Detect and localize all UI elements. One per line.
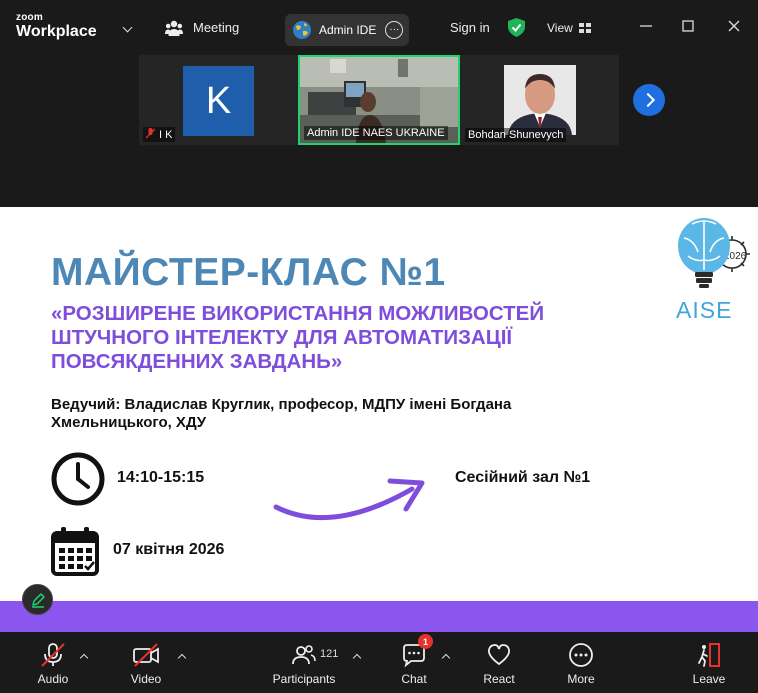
chevron-down-icon[interactable] (122, 22, 133, 33)
logo-big-text: Workplace (16, 23, 97, 40)
shared-slide: МАЙСТЕР-КЛАС №1 «РОЗШИРЕНЕ ВИКОРИСТАННЯ … (0, 207, 758, 632)
video-strip: K I K Admin IDE NAES UKRAINE Bohdan Shun… (139, 55, 619, 145)
video-options-caret-icon[interactable] (177, 653, 187, 663)
audio-options-caret-icon[interactable] (79, 653, 89, 663)
security-shield-icon[interactable] (508, 18, 525, 37)
next-page-button[interactable] (633, 84, 665, 116)
heart-icon (488, 644, 510, 666)
close-icon[interactable] (726, 18, 742, 34)
participants-count: 121 (320, 648, 339, 660)
participant-name: I K (143, 127, 176, 142)
zoom-workplace-logo[interactable]: zoom Workplace (16, 13, 97, 40)
video-button[interactable]: Video (126, 632, 166, 693)
audio-label: Audio (37, 672, 69, 686)
aise-logo-text: AISE (676, 297, 733, 323)
sign-in-link[interactable]: Sign in (450, 0, 490, 55)
mic-muted-icon (145, 128, 156, 139)
participant-name-text: I K (159, 129, 173, 141)
participant-name: Admin IDE NAES UKRAINE (304, 126, 448, 140)
participants-label: Participants (272, 672, 336, 686)
participant-name: Bohdan Shunevych (465, 128, 567, 142)
minimize-icon[interactable] (638, 18, 654, 34)
chat-options-caret-icon[interactable] (441, 653, 451, 663)
participants-button[interactable]: Participants (273, 632, 335, 693)
aise-brain-logo: 2026 (678, 218, 750, 288)
calendar-icon (51, 527, 99, 576)
avatar: K (183, 66, 254, 136)
tab-admin-ide-label: Admin IDE (319, 23, 377, 37)
slide-subtitle: «РОЗШИРЕНЕ ВИКОРИСТАННЯ МОЖЛИВОСТЕЙ ШТУЧ… (51, 302, 545, 373)
title-bar: zoom Workplace Meeting Admin IDE ··· Sig… (0, 0, 758, 55)
meeting-toolbar: Audio Video Participants 121 Chat 1 Reac… (0, 632, 758, 693)
leave-door-icon (698, 643, 720, 667)
clock-icon (51, 452, 105, 506)
audio-button[interactable]: Audio (33, 632, 73, 693)
camera-off-icon (133, 643, 159, 667)
react-button[interactable]: React (479, 632, 519, 693)
chat-label: Chat (401, 672, 427, 686)
video-label: Video (130, 672, 162, 686)
participant-tile-active[interactable]: Admin IDE NAES UKRAINE (298, 55, 460, 145)
more-icon (569, 643, 593, 667)
slide-title: МАЙСТЕР-КЛАС №1 (51, 251, 446, 294)
maximize-icon[interactable] (680, 18, 696, 34)
mic-muted-icon (41, 643, 65, 667)
more-options-icon[interactable]: ··· (385, 21, 404, 39)
more-button[interactable]: More (561, 632, 601, 693)
react-label: React (483, 672, 515, 686)
participant-tile[interactable]: Bohdan Shunevych (461, 55, 619, 145)
participant-tile[interactable]: K I K (139, 55, 297, 145)
pencil-icon (31, 592, 45, 608)
participants-icon (292, 645, 316, 665)
annotate-button[interactable] (22, 584, 53, 615)
arrow-icon (273, 478, 425, 521)
leave-label: Leave (692, 672, 726, 686)
slide-time: 14:10-15:15 (117, 469, 205, 486)
tab-admin-ide[interactable]: Admin IDE ··· (285, 14, 409, 46)
slide-host: Ведучий: Владислав Круглик, професор, МД… (51, 396, 512, 431)
logo-small-text: zoom (16, 12, 43, 23)
participants-icon (165, 20, 183, 36)
meeting-menu[interactable]: Meeting (165, 0, 239, 55)
more-label: More (567, 672, 595, 686)
meeting-label: Meeting (193, 20, 240, 35)
view-label: View (547, 20, 573, 35)
chat-unread-badge: 1 (418, 634, 433, 649)
slide-date: 07 квітня 2026 (113, 541, 225, 558)
slide-hall: Сесійний зал №1 (455, 469, 591, 486)
leave-button[interactable]: Leave (689, 632, 729, 693)
globe-avatar-icon (293, 21, 311, 39)
participants-options-caret-icon[interactable] (352, 653, 362, 663)
participant-photo (504, 65, 576, 135)
slide-footer-bar (0, 601, 758, 632)
grid-view-icon (578, 22, 591, 33)
sign-in-label: Sign in (450, 20, 490, 35)
view-menu[interactable]: View (547, 0, 591, 55)
